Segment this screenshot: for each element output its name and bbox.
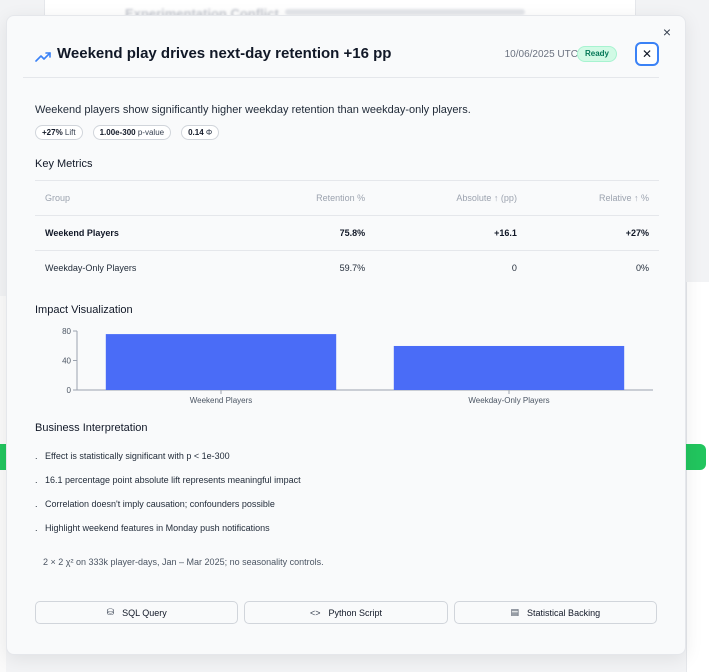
code-icon: <>: [309, 607, 321, 618]
list-item: Effect is statistically significant with…: [35, 444, 659, 468]
sql-query-label: SQL Query: [122, 607, 167, 618]
stat-chips: +27% Lift 1.00e-300 p-value 0.14 Φ: [35, 125, 659, 140]
statistical-backing-button[interactable]: ▤ Statistical Backing: [453, 601, 657, 624]
phi-chip-label: Φ: [205, 128, 213, 137]
background-right-panel: [686, 282, 709, 672]
cell-retention: 75.8%: [244, 215, 376, 251]
interpretation-list: Effect is statistically significant with…: [35, 444, 659, 540]
table-header-row: Group Retention % Absolute ↑ (pp) Relati…: [35, 180, 659, 216]
background-right-button: [686, 444, 706, 470]
column-header-absolute: Absolute ↑ (pp): [375, 180, 527, 216]
y-tick-label: 0: [67, 386, 72, 395]
x-tick-label: Weekend Players: [190, 396, 253, 405]
key-metrics-table: Group Retention % Absolute ↑ (pp) Relati…: [35, 180, 659, 286]
statistical-backing-label: Statistical Backing: [527, 607, 601, 618]
bar: [105, 333, 337, 390]
lift-chip-label: Lift: [64, 128, 76, 137]
p-value-chip-label: p-value: [137, 128, 165, 137]
insight-modal: × Weekend play drives next-day retention…: [6, 15, 686, 655]
cell-group: Weekday-Only Players: [45, 263, 137, 274]
trending-up-icon: [35, 52, 51, 62]
python-script-button[interactable]: <> Python Script: [244, 601, 448, 624]
x-tick-label: Weekday-Only Players: [468, 396, 549, 405]
column-header-relative: Relative ↑ %: [526, 180, 659, 216]
y-tick-label: 80: [62, 327, 71, 336]
cell-absolute: +16.1: [375, 215, 527, 251]
list-item: Highlight weekend features in Monday pus…: [35, 516, 659, 540]
cell-absolute: 0: [511, 263, 517, 274]
cell-group: Weekend Players: [35, 215, 245, 251]
close-button[interactable]: ✕: [635, 42, 659, 66]
insight-timestamp: 10/06/2025 UTC: [504, 49, 578, 60]
lift-chip: +27% Lift: [35, 125, 83, 140]
table-row: Weekend Players 75.8% +16.1 +27%: [35, 215, 659, 251]
document-icon: ▤: [510, 607, 520, 617]
sql-query-button[interactable]: ⛁ SQL Query: [35, 601, 239, 624]
cell-relative: +27%: [526, 215, 659, 251]
insight-summary: Weekend players show significantly highe…: [35, 104, 471, 116]
list-item: 16.1 percentage point absolute lift repr…: [35, 468, 659, 492]
modal-content: Weekend players show significantly highe…: [35, 104, 659, 567]
table-row: Weekday-Only Players 59.7% 0 0%: [35, 251, 659, 286]
method-footnote: 2 × 2 χ² on 333k player-days, Jan – Mar …: [43, 556, 324, 567]
p-value-chip-value: 1.00e-300: [99, 128, 136, 137]
status-badge: Ready: [576, 46, 617, 62]
list-item: Correlation doesn't imply causation; con…: [35, 492, 659, 516]
modal-header: Weekend play drives next-day retention +…: [23, 40, 659, 78]
cell-relative: 0%: [635, 263, 649, 274]
column-header-retention: Retention %: [244, 180, 376, 216]
key-metrics-title: Key Metrics: [35, 158, 93, 170]
database-icon: ⛁: [106, 607, 115, 617]
action-buttons: ⛁ SQL Query <> Python Script ▤ Statistic…: [35, 601, 657, 624]
phi-chip: 0.14 Φ: [181, 125, 220, 140]
p-value-chip: 1.00e-300 p-value: [92, 125, 172, 140]
phi-chip-value: 0.14: [188, 128, 204, 137]
lift-chip-value: +27%: [42, 128, 63, 137]
python-script-label: Python Script: [328, 607, 383, 618]
bar: [393, 345, 625, 390]
cell-retention: 59.7%: [339, 263, 366, 274]
insight-title: Weekend play drives next-day retention +…: [57, 45, 392, 62]
impact-chart-svg: 0 40 80 Weekend Players Weekday-Only Players: [62, 327, 653, 405]
column-header-group: Group: [35, 180, 245, 216]
modal-close-icon[interactable]: ×: [659, 24, 675, 40]
impact-chart: 0 40 80 Weekend Players Weekday-Only Players: [35, 326, 659, 426]
impact-visualization-title: Impact Visualization: [35, 303, 133, 316]
y-tick-label: 40: [62, 356, 71, 365]
